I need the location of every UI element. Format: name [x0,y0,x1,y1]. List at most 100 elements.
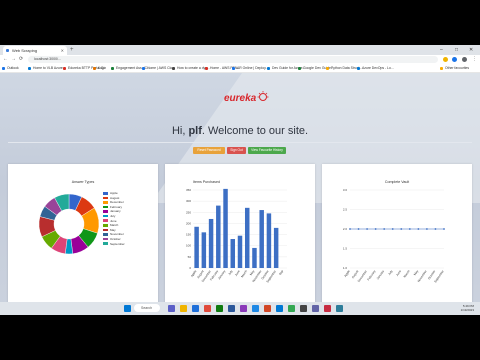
word-icon[interactable] [228,305,235,312]
x-tick-label: February [366,269,376,282]
edge-icon[interactable] [192,305,199,312]
back-button[interactable]: ← [3,55,8,64]
bookmark-item[interactable]: Home to VLB Azure [28,64,63,72]
bar-chart: 050100150200250300350AppleAugustDecember… [186,188,287,284]
browser-tab[interactable]: Web Scraping ✕ [3,46,67,55]
onenote-icon[interactable] [240,305,247,312]
windows-start-icon[interactable] [124,305,131,312]
bookmark-item[interactable]: Login [93,64,106,72]
bookmark-label: Home | AWS Clo... [147,66,176,70]
bookmark-icon [93,66,96,70]
tab-strip: Web Scraping ✕ + – □ ✕ [0,45,480,55]
y-tick-label: 300 [186,199,191,203]
bar[interactable] [259,210,264,268]
bookmark-item[interactable]: Azure DevOps - Lo... [357,64,394,72]
sign-out-button[interactable]: Sign Out [227,147,246,154]
system-clock[interactable]: 5:49 PM 1/19/2023 [461,304,474,312]
profile-icon[interactable] [462,57,467,62]
legend-label: December [110,200,124,205]
url-input[interactable]: localhost:3000/... [28,56,438,63]
data-point[interactable] [349,228,351,230]
chart-legend: Apple August December February January July Ju… [103,191,125,246]
bar[interactable] [208,218,214,268]
data-point[interactable] [426,228,428,230]
legend-swatch [103,191,108,195]
bar[interactable] [273,227,279,268]
bookmark-icon [111,66,114,70]
forward-button[interactable]: → [11,55,16,64]
data-point[interactable] [417,228,420,230]
x-tick-label: March [403,269,411,278]
bar[interactable] [216,205,221,268]
close-window-button[interactable]: ✕ [469,45,473,55]
bar[interactable] [223,188,228,268]
legend-swatch [103,205,108,209]
bar[interactable] [194,226,199,268]
view-favourite-history-button[interactable]: View Favourite History [248,147,286,154]
legend-label: February [110,204,123,209]
legend-swatch [103,196,108,200]
data-point[interactable] [400,228,403,230]
app-icon[interactable] [312,305,319,312]
data-point[interactable] [443,228,445,230]
menu-icon[interactable]: ⋮ [472,55,477,64]
maximize-button[interactable]: □ [455,45,458,55]
reload-button[interactable]: ⟳ [19,55,23,64]
data-point[interactable] [434,228,437,230]
answer-types-card: Answer Types Apple August December February… [8,164,158,314]
data-point[interactable] [366,228,368,230]
excel-icon[interactable] [216,305,223,312]
bar[interactable] [237,235,243,268]
terminal-icon[interactable] [300,305,307,312]
new-tab-button[interactable]: + [70,45,74,55]
bookmark-label: Home to VLB Azure [33,66,63,70]
bar[interactable] [252,247,257,268]
vscode-icon[interactable] [252,305,259,312]
legend-swatch [103,228,108,232]
app-icon[interactable] [324,305,331,312]
close-tab-icon[interactable]: ✕ [61,46,64,55]
teams-icon[interactable] [168,305,175,312]
tab-title: Web Scraping [12,48,38,53]
greeting-prefix: Hi, [171,125,189,137]
data-point[interactable] [408,228,411,230]
eureka-logo: eureka [224,91,269,107]
bar[interactable] [244,207,250,268]
extension-icon[interactable] [443,57,448,62]
extension-icon[interactable] [452,57,457,62]
x-tick-label: January [376,269,386,280]
legend-label: September [110,241,125,246]
bookmark-label: Login [98,66,107,70]
x-tick-label: May [413,269,420,276]
data-point[interactable] [374,228,377,230]
clock-date: 1/19/2023 [460,308,474,312]
legend-swatch [103,219,108,223]
browser-window: Web Scraping ✕ + – □ ✕ ← → ⟳ localhost:3… [0,45,480,315]
favicon-icon [6,49,9,52]
bookmark-item[interactable]: Outlook [2,64,19,72]
legend-swatch [103,237,108,241]
bar[interactable] [266,213,272,268]
data-point[interactable] [391,228,394,230]
data-point[interactable] [357,228,360,230]
taskbar-search[interactable]: Search [134,304,160,312]
file-explorer-icon[interactable] [180,305,187,312]
bookmark-item[interactable]: AR Online | Deploy... [232,64,268,72]
outlook-icon[interactable] [276,305,283,312]
data-point[interactable] [383,228,386,230]
x-tick-label: Sep [278,269,285,276]
reset-password-button[interactable]: Reset Password [193,147,225,154]
greeting-suffix: . Welcome to our site. [201,125,309,137]
minimize-button[interactable]: – [440,45,443,55]
bar[interactable] [230,239,236,268]
chrome-icon[interactable] [288,305,295,312]
bookmark-icon [2,66,5,70]
app-icon[interactable] [336,305,343,312]
office-icon[interactable] [204,305,211,312]
legend-label: May [110,227,116,232]
lightbulb-icon [257,91,269,101]
bar[interactable] [201,232,207,268]
powerpoint-icon[interactable] [264,305,271,312]
bookmark-item[interactable]: Home | AWS Clo... [142,64,175,72]
bookmark-item[interactable]: Other favourites [440,64,469,72]
